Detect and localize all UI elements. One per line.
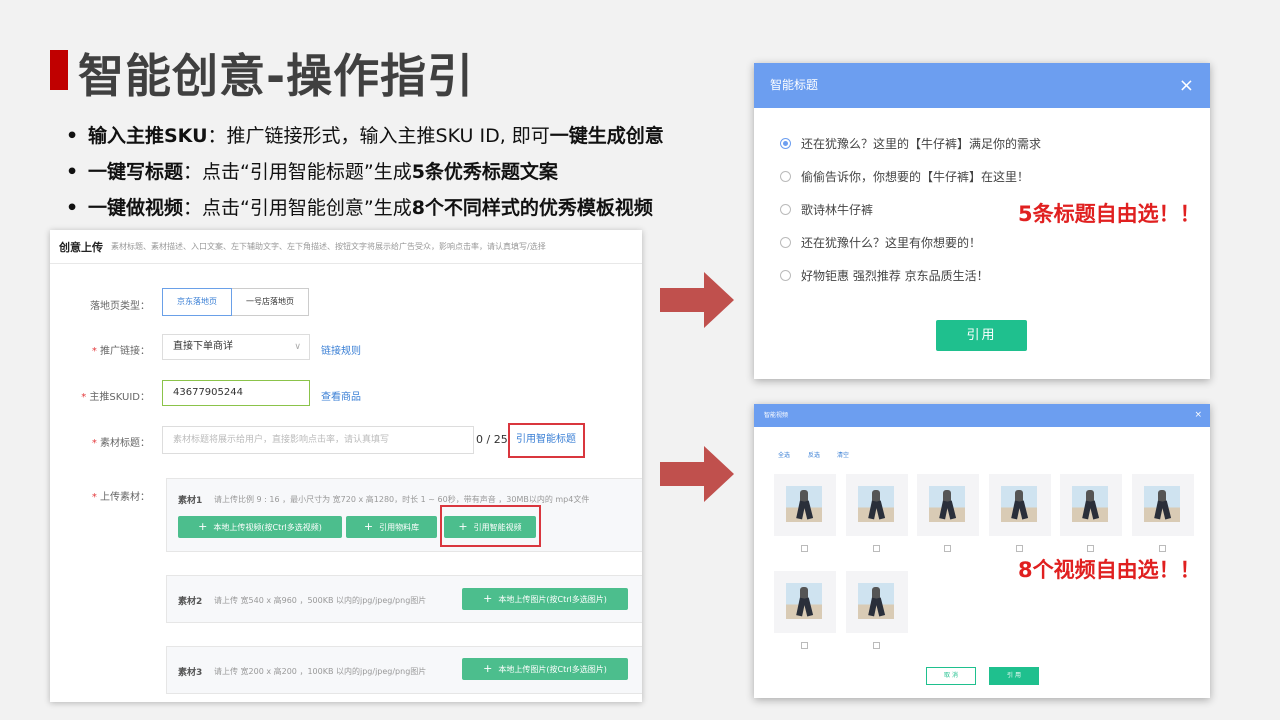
dialog-header: 智能标题 × bbox=[754, 63, 1210, 108]
smart-video-dialog: 智能视频 × 全选 反选 清空 取 消 引 用 bbox=[754, 404, 1210, 698]
video-checkbox[interactable] bbox=[872, 545, 880, 552]
promo-link-select[interactable]: 直接下单商详 ∨ bbox=[162, 334, 310, 360]
video-preview-image bbox=[929, 486, 965, 522]
video-preview-image bbox=[1143, 486, 1180, 522]
video-note: 8个视频自由选！！ bbox=[1018, 558, 1201, 582]
video-preview-image bbox=[857, 583, 894, 619]
material-2-name: 素材2 bbox=[178, 597, 203, 607]
dialog-header: 智能视频 × bbox=[754, 404, 1210, 427]
local-upload-video-button[interactable]: + 本地上传视频(按Ctrl多选视频) bbox=[178, 516, 342, 538]
title-accent-bar bbox=[50, 50, 68, 90]
radio-icon bbox=[780, 237, 791, 248]
link-rules-link[interactable]: 链接规则 bbox=[321, 342, 361, 357]
video-thumbnail[interactable] bbox=[845, 571, 908, 633]
form-header: 创意上传 素材标题、素材描述、入口文案、左下辅助文字、左下角描述、按钮文字将展示… bbox=[50, 230, 642, 264]
cancel-button[interactable]: 取 消 bbox=[926, 667, 976, 685]
local-upload-image-button[interactable]: + 本地上传图片(按Ctrl多选图片) bbox=[462, 658, 628, 680]
video-preview-image bbox=[786, 486, 822, 522]
video-thumbnail[interactable] bbox=[845, 474, 908, 536]
video-thumbnail[interactable] bbox=[917, 474, 979, 536]
bullet-item: • 一键写标题：点击“引用智能标题”生成5条优秀标题文案 bbox=[66, 161, 558, 183]
material-title-label: * 素材标题： bbox=[91, 438, 150, 449]
video-preview-image bbox=[1000, 486, 1037, 522]
radio-icon bbox=[780, 204, 791, 215]
video-thumbnail[interactable] bbox=[774, 571, 836, 633]
clear-selection-link[interactable]: 清空 bbox=[837, 450, 849, 459]
title-option[interactable]: 好物钜惠 强烈推荐 京东品质生活！ bbox=[780, 267, 989, 284]
video-thumbnail[interactable] bbox=[1060, 474, 1122, 536]
bullet-item: • 输入主推SKU：推广链接形式，输入主推SKU ID, 即可一键生成创意 bbox=[66, 125, 664, 147]
highlight-box bbox=[440, 505, 541, 547]
right-arrow-icon bbox=[660, 272, 734, 328]
chevron-down-icon: ∨ bbox=[294, 342, 301, 352]
radio-selected-icon bbox=[780, 138, 791, 149]
close-icon[interactable]: × bbox=[1179, 63, 1194, 108]
video-preview-image bbox=[1072, 486, 1108, 522]
video-preview-image bbox=[857, 486, 894, 522]
landing-type-label: 落地页类型： bbox=[90, 301, 150, 312]
video-thumbnail[interactable] bbox=[1131, 474, 1194, 536]
dialog-title: 智能标题 bbox=[770, 78, 819, 92]
sku-input[interactable]: 43677905244 bbox=[162, 380, 310, 406]
creative-upload-form: 创意上传 素材标题、素材描述、入口文案、左下辅助文字、左下角描述、按钮文字将展示… bbox=[50, 230, 642, 702]
video-checkbox[interactable] bbox=[1015, 545, 1023, 552]
form-hint: 素材标题、素材描述、入口文案、左下辅助文字、左下角描述、按钮文字将展示给广告受众… bbox=[111, 242, 546, 251]
promo-link-label: * 推广链接： bbox=[91, 346, 150, 357]
landing-option-jd[interactable]: 京东落地页 bbox=[162, 288, 232, 316]
material-1-hint: 请上传比例 9 : 16 ，最小尺寸为 宽720 x 高1280，时长 1 ~ … bbox=[214, 495, 590, 504]
dialog-title: 智能视频 bbox=[764, 412, 789, 419]
right-arrow-icon bbox=[660, 446, 734, 502]
video-checkbox[interactable] bbox=[1158, 545, 1166, 552]
video-checkbox[interactable] bbox=[801, 642, 808, 649]
sku-label: * 主推SKUID： bbox=[81, 392, 150, 403]
radio-icon bbox=[780, 171, 791, 182]
bullet-item: • 一键做视频：点击“引用智能创意”生成8个不同样式的优秀模板视频 bbox=[66, 197, 653, 219]
landing-type-toggle: 京东落地页 一号店落地页 bbox=[162, 288, 309, 316]
upload-material-label: * 上传素材： bbox=[91, 492, 150, 503]
video-checkbox[interactable] bbox=[872, 642, 880, 649]
title-counter: 0 / 25 bbox=[476, 433, 508, 446]
local-upload-image-button[interactable]: + 本地上传图片(按Ctrl多选图片) bbox=[462, 588, 628, 610]
material-3-hint: 请上传 宽200 x 高200 ，100KB 以内的jpg/jpeg/png图片 bbox=[214, 667, 427, 676]
material-library-button[interactable]: + 引用物料库 bbox=[346, 516, 437, 538]
material-3-name: 素材3 bbox=[178, 668, 203, 678]
title-option[interactable]: 偷偷告诉你，你想要的【牛仔裤】在这里！ bbox=[780, 168, 1029, 185]
material-1-name: 素材1 bbox=[178, 496, 203, 506]
video-preview-image bbox=[786, 583, 822, 619]
form-title: 创意上传 bbox=[59, 240, 103, 254]
view-product-link[interactable]: 查看商品 bbox=[321, 388, 361, 403]
use-title-button[interactable]: 引用 bbox=[936, 320, 1027, 351]
page-title: 智能创意-操作指引 bbox=[78, 49, 475, 103]
use-video-button[interactable]: 引 用 bbox=[989, 667, 1039, 685]
video-checkbox[interactable] bbox=[1087, 545, 1094, 552]
bullet-list: • 输入主推SKU：推广链接形式，输入主推SKU ID, 即可一键生成创意 • 一键… bbox=[66, 118, 766, 226]
landing-option-yhd[interactable]: 一号店落地页 bbox=[232, 288, 309, 316]
material-title-input[interactable]: 素材标题将展示给用户，直接影响点击率，请认真填写 bbox=[162, 426, 474, 454]
video-thumbnail[interactable] bbox=[774, 474, 836, 536]
material-2-hint: 请上传 宽540 x 高960 ，500KB 以内的jpg/jpeg/png图片 bbox=[214, 596, 427, 605]
title-option[interactable]: 还在犹豫么？这里的【牛仔裤】满足你的需求 bbox=[780, 135, 1041, 152]
material-1-box bbox=[166, 478, 642, 552]
select-all-link[interactable]: 全选 bbox=[778, 450, 790, 459]
radio-icon bbox=[780, 270, 791, 281]
ref-smart-title-link[interactable]: 引用智能标题 bbox=[508, 427, 584, 457]
video-checkbox[interactable] bbox=[801, 545, 808, 552]
title-option[interactable]: 歌诗林牛仔裤 bbox=[780, 201, 873, 218]
invert-selection-link[interactable]: 反选 bbox=[808, 450, 820, 459]
title-option[interactable]: 还在犹豫什么？这里有你想要的！ bbox=[780, 234, 981, 251]
video-thumbnail[interactable] bbox=[988, 474, 1051, 536]
video-checkbox[interactable] bbox=[944, 545, 951, 552]
close-icon[interactable]: × bbox=[1194, 404, 1202, 427]
title-note: 5条标题自由选！！ bbox=[1018, 202, 1201, 226]
